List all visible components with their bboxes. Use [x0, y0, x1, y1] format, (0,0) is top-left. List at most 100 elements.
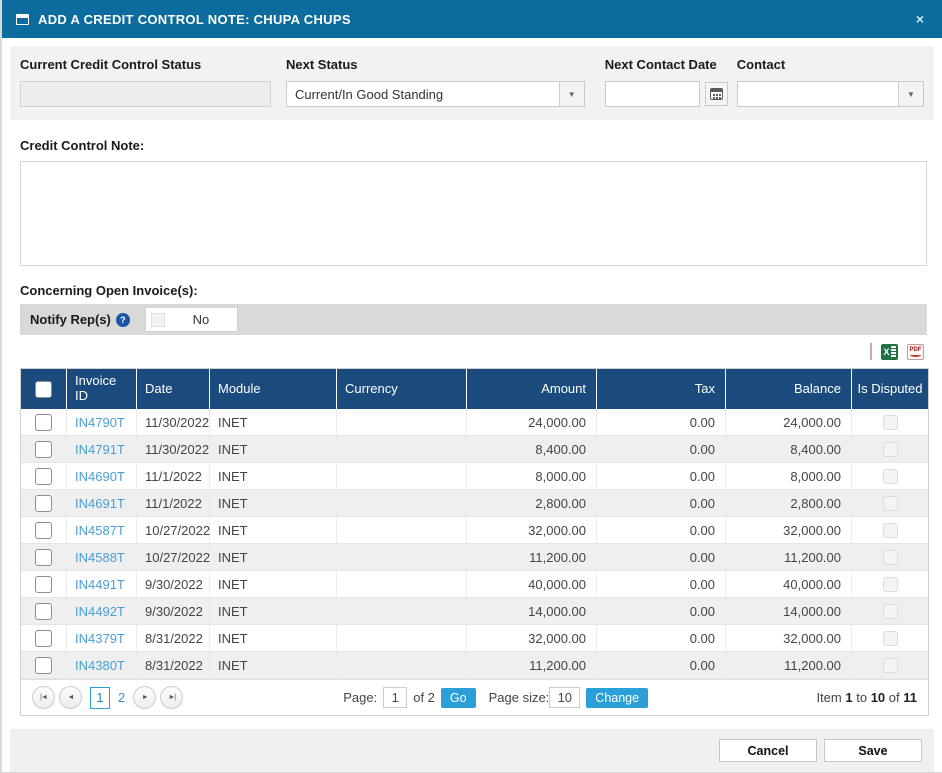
invoice-id-link[interactable]: IN4790T: [75, 415, 125, 430]
cancel-button[interactable]: Cancel: [719, 739, 817, 762]
save-button[interactable]: Save: [824, 739, 922, 762]
row-checkbox[interactable]: [35, 522, 52, 539]
go-button[interactable]: Go: [441, 688, 476, 708]
export-pdf-icon[interactable]: PDF: [907, 344, 924, 360]
row-checkbox[interactable]: [35, 495, 52, 512]
col-invoice-id: Invoice ID: [66, 369, 136, 409]
first-page-button[interactable]: |◄: [32, 686, 55, 709]
module-cell: INET: [209, 652, 336, 679]
col-balance: Balance: [725, 369, 851, 409]
close-icon[interactable]: ×: [912, 10, 928, 28]
date-cell: 10/27/2022: [136, 544, 209, 571]
contact-dropdown[interactable]: ▼: [737, 81, 924, 107]
amount-cell: 11,200.00: [466, 544, 596, 571]
date-cell: 8/31/2022: [136, 652, 209, 679]
next-page-button[interactable]: ►: [133, 686, 156, 709]
next-contact-date-field: Next Contact Date: [605, 57, 728, 107]
page-size-input[interactable]: [549, 687, 580, 708]
invoice-table-body: IN4790T 11/30/2022 INET 24,000.00 0.00 2…: [21, 409, 928, 679]
invoice-id-link[interactable]: IN4380T: [75, 658, 125, 673]
current-status-field: Current Credit Control Status: [20, 57, 271, 107]
is-disputed-checkbox: [883, 604, 898, 619]
invoice-id-link[interactable]: IN4379T: [75, 631, 125, 646]
next-contact-date-input[interactable]: [605, 81, 700, 107]
invoice-id-link[interactable]: IN4791T: [75, 442, 125, 457]
chevron-down-icon[interactable]: ▼: [559, 82, 584, 106]
is-disputed-checkbox: [883, 496, 898, 511]
tax-cell: 0.00: [596, 490, 725, 517]
invoice-id-link[interactable]: IN4587T: [75, 523, 125, 538]
invoice-id-link[interactable]: IN4588T: [75, 550, 125, 565]
page-number-input[interactable]: [383, 687, 407, 708]
invoice-table: Invoice ID Date Module Currency Amount T…: [21, 369, 928, 679]
tax-cell: 0.00: [596, 544, 725, 571]
table-row: IN4588T 10/27/2022 INET 11,200.00 0.00 1…: [21, 544, 928, 571]
table-row: IN4690T 11/1/2022 INET 8,000.00 0.00 8,0…: [21, 463, 928, 490]
select-all-checkbox[interactable]: [35, 381, 52, 398]
col-amount: Amount: [466, 369, 596, 409]
row-checkbox[interactable]: [35, 630, 52, 647]
is-disputed-checkbox: [883, 658, 898, 673]
amount-cell: 8,400.00: [466, 436, 596, 463]
page-2-link[interactable]: 2: [118, 690, 125, 705]
chevron-down-icon[interactable]: ▼: [898, 82, 923, 106]
tax-cell: 0.00: [596, 409, 725, 436]
row-checkbox[interactable]: [35, 441, 52, 458]
pdf-text-glyph: PDF: [910, 347, 922, 353]
invoice-id-link[interactable]: IN4690T: [75, 469, 125, 484]
row-checkbox[interactable]: [35, 603, 52, 620]
credit-control-note-textarea[interactable]: [20, 161, 927, 266]
excel-x-glyph: X: [883, 346, 890, 358]
row-checkbox[interactable]: [35, 657, 52, 674]
invoice-id-link[interactable]: IN4691T: [75, 496, 125, 511]
table-row: IN4380T 8/31/2022 INET 11,200.00 0.00 11…: [21, 652, 928, 679]
tax-cell: 0.00: [596, 517, 725, 544]
module-cell: INET: [209, 490, 336, 517]
amount-cell: 8,000.00: [466, 463, 596, 490]
balance-cell: 24,000.00: [725, 409, 851, 436]
module-cell: INET: [209, 544, 336, 571]
row-checkbox[interactable]: [35, 468, 52, 485]
row-checkbox[interactable]: [35, 414, 52, 431]
calendar-button[interactable]: [705, 82, 728, 106]
currency-cell: [336, 409, 466, 436]
export-toolbar: X PDF: [20, 335, 927, 368]
module-cell: INET: [209, 571, 336, 598]
balance-cell: 11,200.00: [725, 544, 851, 571]
note-label: Credit Control Note:: [20, 138, 942, 153]
amount-cell: 2,800.00: [466, 490, 596, 517]
invoice-id-link[interactable]: IN4491T: [75, 577, 125, 592]
currency-cell: [336, 598, 466, 625]
table-row: IN4790T 11/30/2022 INET 24,000.00 0.00 2…: [21, 409, 928, 436]
table-row: IN4491T 9/30/2022 INET 40,000.00 0.00 40…: [21, 571, 928, 598]
is-disputed-checkbox: [883, 469, 898, 484]
prev-page-button[interactable]: ◄: [59, 686, 82, 709]
balance-cell: 8,400.00: [725, 436, 851, 463]
date-cell: 8/31/2022: [136, 625, 209, 652]
toggle-knob: [151, 313, 165, 327]
row-checkbox[interactable]: [35, 549, 52, 566]
module-cell: INET: [209, 463, 336, 490]
dialog-titlebar: ADD A CREDIT CONTROL NOTE: CHUPA CHUPS ×: [2, 0, 942, 38]
export-excel-icon[interactable]: X: [881, 344, 898, 360]
next-status-dropdown[interactable]: Current/In Good Standing ▼: [286, 81, 585, 107]
date-cell: 10/27/2022: [136, 517, 209, 544]
date-cell: 11/1/2022: [136, 490, 209, 517]
help-icon[interactable]: ?: [116, 313, 130, 327]
pager: |◄ ◄ 1 2 ► ►| Page: of 2 Go Page size: C…: [21, 679, 928, 715]
date-cell: 11/1/2022: [136, 463, 209, 490]
tax-cell: 0.00: [596, 571, 725, 598]
currency-cell: [336, 517, 466, 544]
contact-value: [738, 82, 898, 106]
current-page-number: 1: [90, 687, 110, 709]
invoice-id-link[interactable]: IN4492T: [75, 604, 125, 619]
contact-field: Contact ▼: [737, 57, 924, 107]
change-button[interactable]: Change: [586, 688, 648, 708]
last-page-button[interactable]: ►|: [160, 686, 183, 709]
notify-reps-toggle[interactable]: No: [145, 307, 238, 332]
table-header-row: Invoice ID Date Module Currency Amount T…: [21, 369, 928, 409]
is-disputed-checkbox: [883, 577, 898, 592]
dialog-title: ADD A CREDIT CONTROL NOTE: CHUPA CHUPS: [38, 12, 351, 27]
amount-cell: 14,000.00: [466, 598, 596, 625]
row-checkbox[interactable]: [35, 576, 52, 593]
